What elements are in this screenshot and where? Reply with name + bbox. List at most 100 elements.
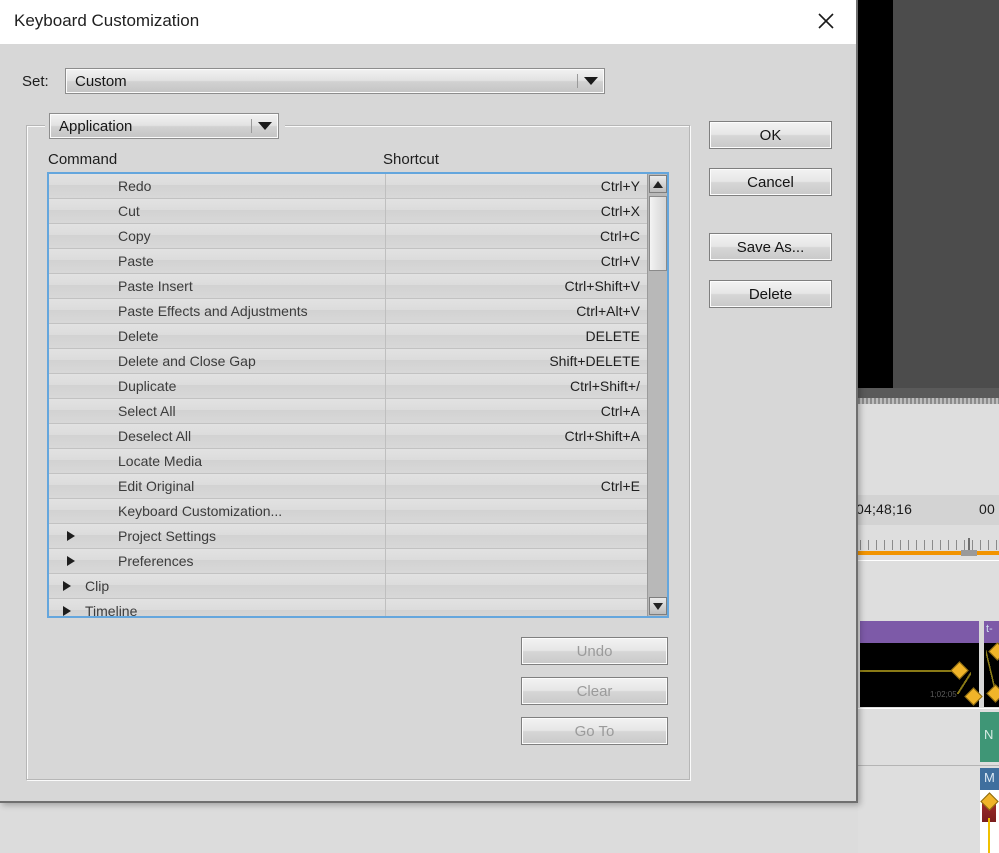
- table-row[interactable]: Clip: [49, 574, 647, 599]
- vertical-scrollbar[interactable]: [647, 174, 667, 616]
- command-label: Project Settings: [118, 528, 217, 544]
- undo-button[interactable]: Undo: [521, 637, 668, 665]
- shortcut-cell[interactable]: Ctrl+V: [386, 249, 647, 273]
- delete-button[interactable]: Delete: [709, 280, 832, 308]
- command-cell[interactable]: Paste Effects and Adjustments: [49, 299, 386, 323]
- table-row[interactable]: Keyboard Customization...: [49, 499, 647, 524]
- shortcut-list-rows: Redo Ctrl+Y Cut Ctrl+X Copy Ctrl+C Paste Ctrl+V…: [49, 174, 647, 616]
- table-row[interactable]: Duplicate Ctrl+Shift+/: [49, 374, 647, 399]
- category-dropdown[interactable]: Application: [49, 113, 279, 139]
- command-cell[interactable]: Clip: [49, 574, 386, 598]
- dialog-title: Keyboard Customization: [14, 11, 200, 30]
- table-row[interactable]: Locate Media: [49, 449, 647, 474]
- clear-button[interactable]: Clear: [521, 677, 668, 705]
- command-label: Keyboard Customization...: [118, 503, 283, 519]
- command-cell[interactable]: Edit Original: [49, 474, 386, 498]
- shortcut-cell[interactable]: Ctrl+C: [386, 224, 647, 248]
- command-cell[interactable]: Keyboard Customization...: [49, 499, 386, 523]
- command-cell[interactable]: Timeline: [49, 599, 386, 616]
- shortcut-cell[interactable]: Shift+DELETE: [386, 349, 647, 373]
- timeline-clip-green-label: N: [984, 727, 994, 742]
- table-row[interactable]: Deselect All Ctrl+Shift+A: [49, 424, 647, 449]
- command-cell[interactable]: Paste: [49, 249, 386, 273]
- command-cell[interactable]: Redo: [49, 174, 386, 198]
- command-cell[interactable]: Locate Media: [49, 449, 386, 473]
- timeline-clip-purple[interactable]: [860, 621, 979, 643]
- keyframe-line-yellow: [988, 818, 990, 853]
- command-label: Paste Effects and Adjustments: [118, 303, 308, 319]
- command-cell[interactable]: Cut: [49, 199, 386, 223]
- shortcut-list[interactable]: Redo Ctrl+Y Cut Ctrl+X Copy Ctrl+C Paste Ctrl+V…: [47, 172, 669, 618]
- shortcut-cell[interactable]: [386, 574, 647, 598]
- timeline-clip-blue-label: M: [984, 770, 995, 785]
- command-label: Clip: [85, 578, 110, 594]
- ok-button[interactable]: OK: [709, 121, 832, 149]
- command-label: Duplicate: [118, 378, 177, 394]
- table-row[interactable]: Preferences: [49, 549, 647, 574]
- dialog-title-bar: Keyboard Customization: [0, 0, 856, 44]
- command-label: Copy: [118, 228, 151, 244]
- table-row[interactable]: Redo Ctrl+Y: [49, 174, 647, 199]
- command-label: Delete and Close Gap: [118, 353, 256, 369]
- scrollbar-thumb[interactable]: [649, 196, 667, 271]
- program-monitor-black-bar: [858, 0, 893, 388]
- shortcut-cell[interactable]: Ctrl+Shift+A: [386, 424, 647, 448]
- table-row[interactable]: Delete DELETE: [49, 324, 647, 349]
- shortcut-cell[interactable]: [386, 549, 647, 573]
- chevron-down-icon: [252, 122, 278, 130]
- expand-triangle-icon[interactable]: [67, 531, 75, 541]
- command-cell[interactable]: Duplicate: [49, 374, 386, 398]
- work-area-bar[interactable]: [858, 551, 999, 555]
- shortcut-cell[interactable]: [386, 599, 647, 616]
- timecode-label-right: 00: [979, 501, 995, 517]
- command-cell[interactable]: Deselect All: [49, 424, 386, 448]
- shortcut-cell[interactable]: Ctrl+Alt+V: [386, 299, 647, 323]
- command-cell[interactable]: Delete: [49, 324, 386, 348]
- command-cell[interactable]: Copy: [49, 224, 386, 248]
- screen: 04;48;16 00 t- 1;02;05 N M Keyboard Cust…: [0, 0, 999, 853]
- command-label: Paste Insert: [118, 278, 193, 294]
- expand-triangle-icon[interactable]: [63, 606, 71, 616]
- table-row[interactable]: Edit Original Ctrl+E: [49, 474, 647, 499]
- cancel-button[interactable]: Cancel: [709, 168, 832, 196]
- set-label: Set:: [22, 73, 49, 90]
- command-cell[interactable]: Delete and Close Gap: [49, 349, 386, 373]
- table-row[interactable]: Select All Ctrl+A: [49, 399, 647, 424]
- table-row[interactable]: Copy Ctrl+C: [49, 224, 647, 249]
- command-cell[interactable]: Select All: [49, 399, 386, 423]
- table-row[interactable]: Cut Ctrl+X: [49, 199, 647, 224]
- shortcut-cell[interactable]: Ctrl+Y: [386, 174, 647, 198]
- scroll-up-button[interactable]: [649, 175, 667, 193]
- table-row[interactable]: Timeline: [49, 599, 647, 616]
- shortcut-cell[interactable]: [386, 499, 647, 523]
- command-cell[interactable]: Project Settings: [49, 524, 386, 548]
- save-as-button[interactable]: Save As...: [709, 233, 832, 261]
- expand-triangle-icon[interactable]: [63, 581, 71, 591]
- shortcut-cell[interactable]: Ctrl+Shift+/: [386, 374, 647, 398]
- table-row[interactable]: Paste Insert Ctrl+Shift+V: [49, 274, 647, 299]
- category-dropdown-value: Application: [59, 117, 133, 135]
- shortcut-cell[interactable]: Ctrl+E: [386, 474, 647, 498]
- shortcut-cell[interactable]: [386, 524, 647, 548]
- go-to-button[interactable]: Go To: [521, 717, 668, 745]
- set-dropdown[interactable]: Custom: [65, 68, 605, 94]
- clip-duration-text: 1;02;05: [930, 690, 957, 699]
- timecode-label-left: 04;48;16: [856, 501, 913, 517]
- shortcut-cell[interactable]: Ctrl+Shift+V: [386, 274, 647, 298]
- table-row[interactable]: Delete and Close Gap Shift+DELETE: [49, 349, 647, 374]
- scroll-down-button[interactable]: [649, 597, 667, 615]
- shortcut-cell[interactable]: DELETE: [386, 324, 647, 348]
- close-icon[interactable]: [804, 4, 848, 38]
- command-cell[interactable]: Paste Insert: [49, 274, 386, 298]
- table-row[interactable]: Paste Ctrl+V: [49, 249, 647, 274]
- shortcut-cell[interactable]: [386, 449, 647, 473]
- column-header-command: Command: [48, 151, 118, 168]
- command-cell[interactable]: Preferences: [49, 549, 386, 573]
- playhead-head[interactable]: [961, 550, 977, 556]
- shortcut-cell[interactable]: Ctrl+X: [386, 199, 647, 223]
- table-row[interactable]: Paste Effects and Adjustments Ctrl+Alt+V: [49, 299, 647, 324]
- shortcut-cell[interactable]: Ctrl+A: [386, 399, 647, 423]
- command-label: Locate Media: [118, 453, 203, 469]
- expand-triangle-icon[interactable]: [67, 556, 75, 566]
- table-row[interactable]: Project Settings: [49, 524, 647, 549]
